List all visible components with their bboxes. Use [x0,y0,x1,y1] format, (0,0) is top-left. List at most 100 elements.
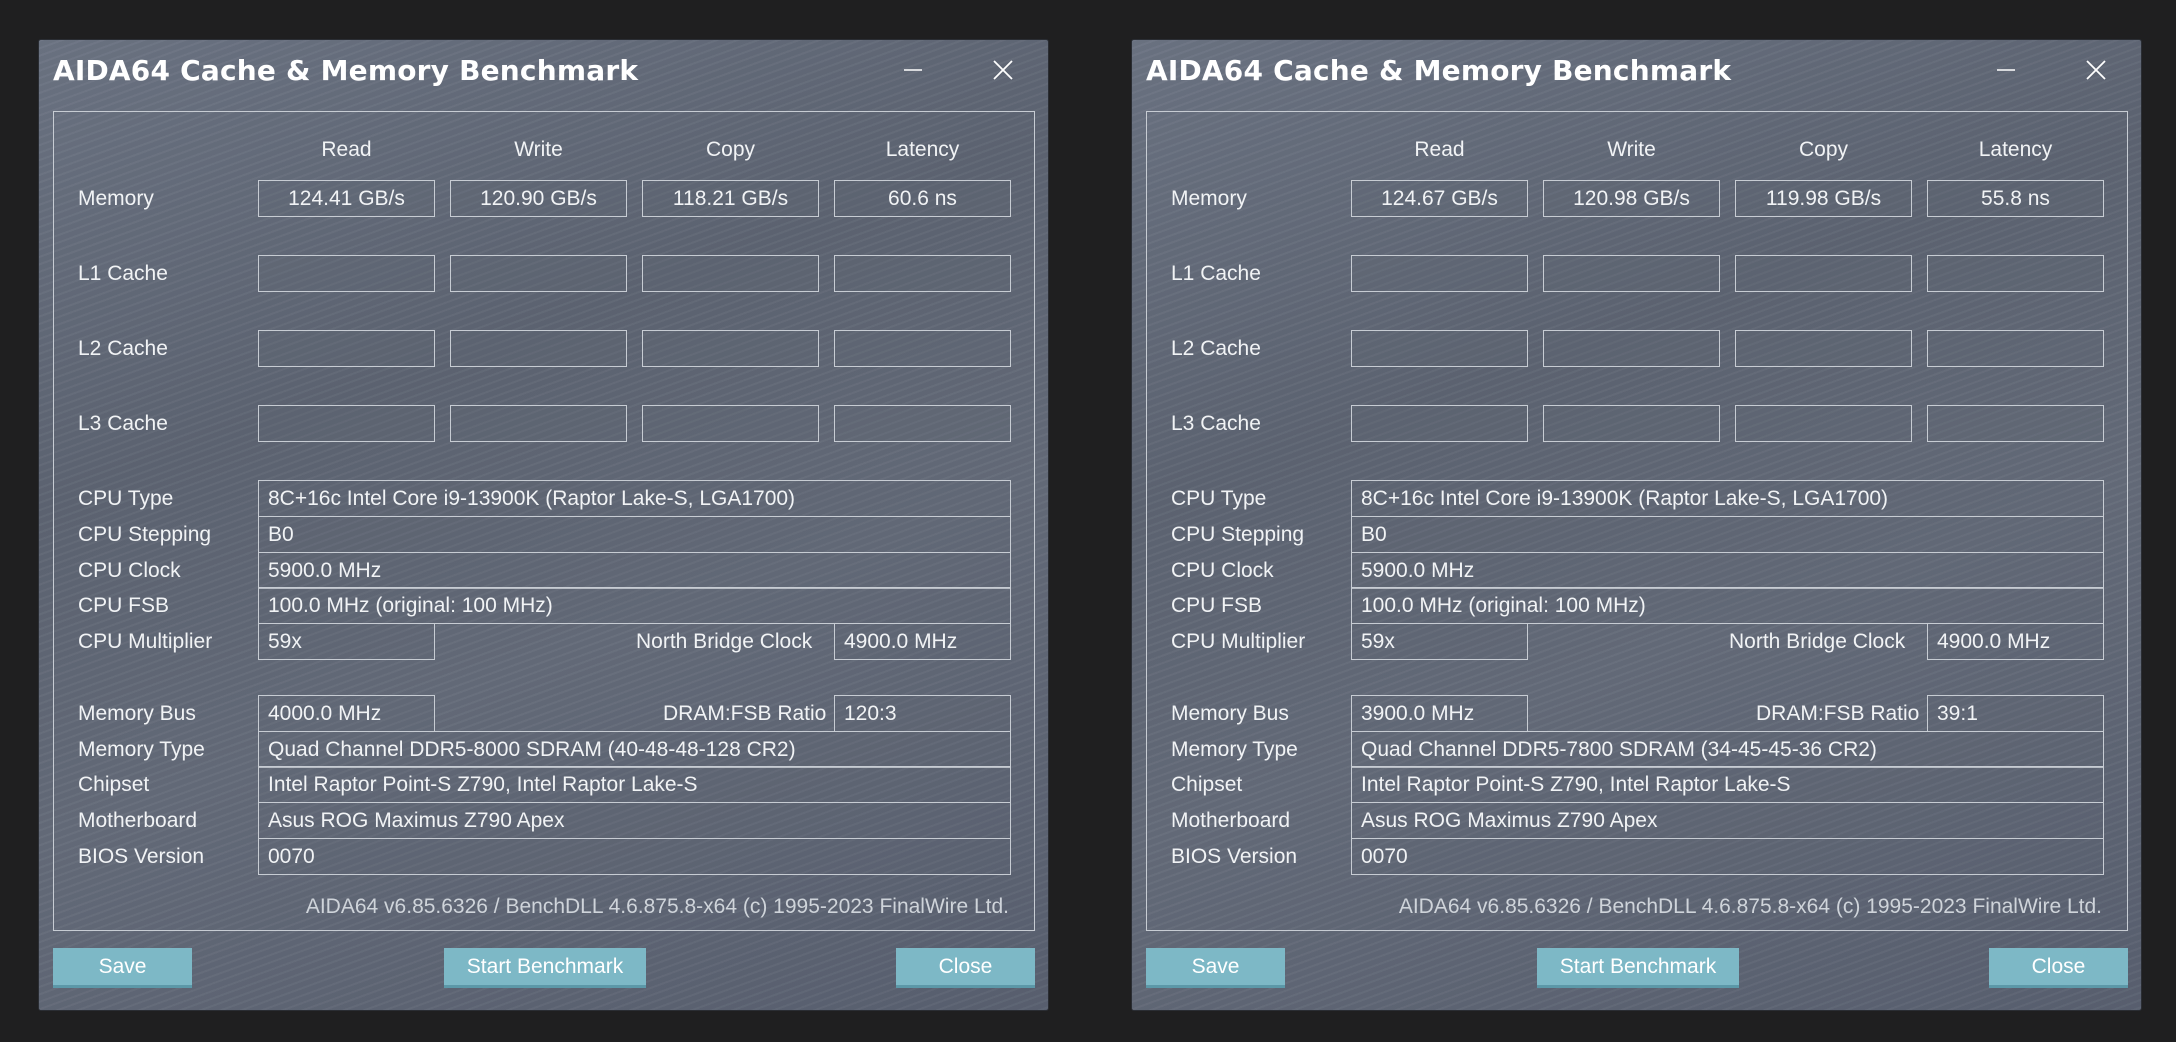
l3-latency-value [1927,405,2104,442]
dram-fsb-ratio-value: 39:1 [1927,695,2104,732]
l1-copy-value [642,255,819,292]
benchmark-window-right: AIDA64 Cache & Memory Benchmark Read Wri… [1131,39,2142,1011]
row-label-l2-cache: L2 Cache [78,337,168,360]
close-window-button[interactable] [2073,50,2119,90]
row-label-l3-cache: L3 Cache [1171,412,1261,435]
close-icon [993,60,1013,80]
chipset-value: Intel Raptor Point-S Z790, Intel Raptor … [1351,766,2104,803]
cpu-stepping-label: CPU Stepping [78,523,212,546]
column-header-latency: Latency [885,138,960,161]
close-window-button[interactable] [980,50,1026,90]
column-header-read: Read [321,138,372,161]
benchmark-panel: Read Write Copy Latency Memory 124.67 GB… [1146,111,2128,931]
cpu-clock-label: CPU Clock [1171,559,1274,582]
l3-copy-value [642,405,819,442]
column-header-latency: Latency [1978,138,2053,161]
cpu-clock-label: CPU Clock [78,559,181,582]
motherboard-label: Motherboard [78,809,198,832]
memory-write-value: 120.98 GB/s [1543,180,1720,217]
north-bridge-clock-value: 4900.0 MHz [834,623,1011,660]
l1-latency-value [1927,255,2104,292]
memory-read-value: 124.41 GB/s [258,180,435,217]
cpu-clock-value: 5900.0 MHz [1351,552,2104,589]
cpu-fsb-label: CPU FSB [1171,594,1263,617]
dram-fsb-ratio-value: 120:3 [834,695,1011,732]
memory-latency-value: 55.8 ns [1927,180,2104,217]
column-header-copy: Copy [705,138,756,161]
benchmark-window-left: AIDA64 Cache & Memory Benchmark Read Wri… [38,39,1049,1011]
l2-copy-value [642,330,819,367]
l2-latency-value [834,330,1011,367]
dram-fsb-ratio-label: DRAM:FSB Ratio [1756,702,1920,725]
motherboard-label: Motherboard [1171,809,1291,832]
window-title: AIDA64 Cache & Memory Benchmark [53,54,639,87]
l2-read-value [258,330,435,367]
version-footer: AIDA64 v6.85.6326 / BenchDLL 4.6.875.8-x… [1398,895,2102,918]
memory-bus-label: Memory Bus [1171,702,1289,725]
close-button[interactable]: Close [1989,948,2128,988]
benchmark-panel: Read Write Copy Latency Memory 124.41 GB… [53,111,1035,931]
motherboard-value: Asus ROG Maximus Z790 Apex [258,802,1011,839]
l3-read-value [1351,405,1528,442]
dram-fsb-ratio-label: DRAM:FSB Ratio [663,702,827,725]
cpu-fsb-label: CPU FSB [78,594,170,617]
column-header-copy: Copy [1798,138,1849,161]
bios-version-label: BIOS Version [78,845,205,868]
memory-type-label: Memory Type [1171,738,1298,761]
column-header-write: Write [1607,138,1656,161]
row-label-l1-cache: L1 Cache [78,262,168,285]
close-button[interactable]: Close [896,948,1035,988]
cpu-multiplier-label: CPU Multiplier [78,630,213,653]
start-benchmark-button[interactable]: Start Benchmark [1537,948,1739,988]
memory-write-value: 120.90 GB/s [450,180,627,217]
start-benchmark-button[interactable]: Start Benchmark [444,948,646,988]
l1-read-value [258,255,435,292]
memory-type-value: Quad Channel DDR5-8000 SDRAM (40-48-48-1… [258,731,1011,768]
memory-copy-value: 119.98 GB/s [1735,180,1912,217]
l3-copy-value [1735,405,1912,442]
chipset-label: Chipset [1171,773,1243,796]
cpu-stepping-label: CPU Stepping [1171,523,1305,546]
row-label-memory: Memory [78,187,154,210]
cpu-type-label: CPU Type [78,487,174,510]
cpu-multiplier-value: 59x [1351,623,1528,660]
l1-write-value [1543,255,1720,292]
memory-copy-value: 118.21 GB/s [642,180,819,217]
row-label-memory: Memory [1171,187,1247,210]
memory-bus-value: 3900.0 MHz [1351,695,1528,732]
l3-read-value [258,405,435,442]
l3-write-value [1543,405,1720,442]
memory-type-value: Quad Channel DDR5-7800 SDRAM (34-45-45-3… [1351,731,2104,768]
memory-bus-label: Memory Bus [78,702,196,725]
minimize-button[interactable] [1983,50,2029,90]
l1-write-value [450,255,627,292]
l2-copy-value [1735,330,1912,367]
close-icon [2086,60,2106,80]
cpu-fsb-value: 100.0 MHz (original: 100 MHz) [258,587,1011,624]
north-bridge-clock-label: North Bridge Clock [1729,630,1906,653]
row-label-l1-cache: L1 Cache [1171,262,1261,285]
cpu-type-label: CPU Type [1171,487,1267,510]
save-button[interactable]: Save [53,948,192,988]
memory-read-value: 124.67 GB/s [1351,180,1528,217]
version-footer: AIDA64 v6.85.6326 / BenchDLL 4.6.875.8-x… [305,895,1009,918]
cpu-type-value: 8C+16c Intel Core i9-13900K (Raptor Lake… [1351,480,2104,517]
window-title: AIDA64 Cache & Memory Benchmark [1146,54,1732,87]
save-button[interactable]: Save [1146,948,1285,988]
minimize-button[interactable] [890,50,936,90]
column-header-read: Read [1414,138,1465,161]
bios-version-label: BIOS Version [1171,845,1298,868]
cpu-type-value: 8C+16c Intel Core i9-13900K (Raptor Lake… [258,480,1011,517]
cpu-stepping-value: B0 [1351,516,2104,553]
minimize-icon [904,69,922,71]
minimize-icon [1997,69,2015,71]
chipset-value: Intel Raptor Point-S Z790, Intel Raptor … [258,766,1011,803]
l1-read-value [1351,255,1528,292]
l1-latency-value [834,255,1011,292]
column-header-write: Write [514,138,563,161]
l2-write-value [450,330,627,367]
l2-read-value [1351,330,1528,367]
north-bridge-clock-value: 4900.0 MHz [1927,623,2104,660]
north-bridge-clock-label: North Bridge Clock [636,630,813,653]
motherboard-value: Asus ROG Maximus Z790 Apex [1351,802,2104,839]
